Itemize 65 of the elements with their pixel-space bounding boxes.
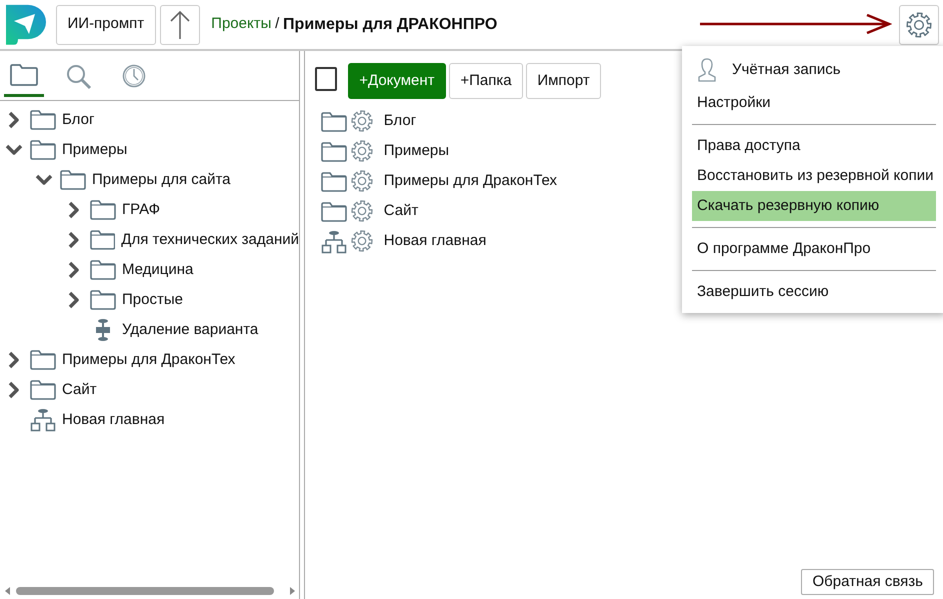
tree-item[interactable]: Простые (122, 288, 183, 311)
tree-item[interactable]: Примеры для ДраконТех (62, 348, 236, 371)
page-title: Примеры для ДРАКОНПРО (283, 14, 498, 34)
tree-item[interactable]: Медицина (122, 258, 194, 281)
folder-icon (30, 140, 56, 160)
tree-item[interactable]: Для технических заданий (121, 228, 299, 251)
list-item[interactable]: Сайт (384, 200, 418, 223)
menu-item[interactable]: Скачать резервную копию (692, 191, 936, 221)
settings-icon (350, 140, 372, 162)
folder-icon (90, 230, 116, 250)
up-button[interactable] (160, 4, 200, 44)
list-item[interactable]: Примеры (384, 140, 450, 163)
list-item[interactable]: Новая главная (384, 230, 486, 253)
settings-icon (350, 170, 372, 192)
hierarchy-icon (321, 230, 347, 254)
up-arrow-icon (168, 10, 191, 40)
select-all-checkbox[interactable] (315, 67, 337, 91)
tree-item[interactable]: ГРАФ (122, 198, 160, 221)
tree-item[interactable]: Сайт (62, 378, 97, 401)
menu-item[interactable]: Учётная запись (692, 52, 936, 88)
breadcrumb-separator: / (275, 14, 280, 34)
settings-icon (350, 200, 372, 222)
menu-item[interactable]: О программе ДраконПро (692, 234, 936, 264)
add-folder-button[interactable]: +Папка (449, 63, 523, 99)
folder-icon (30, 380, 56, 400)
list-item[interactable]: Блог (384, 110, 416, 133)
feedback-button[interactable]: Обратная связь (801, 568, 934, 595)
settings-button[interactable] (899, 4, 939, 44)
folder-icon (30, 350, 56, 370)
folder-icon (90, 290, 116, 310)
ai-prompt-button[interactable]: ИИ-промпт (56, 4, 156, 44)
tree-item[interactable]: Примеры (62, 138, 128, 161)
tree-item[interactable]: Удаление варианта (122, 318, 258, 341)
add-document-button[interactable]: +Документ (348, 63, 446, 99)
menu-item[interactable]: Настройки (692, 88, 936, 118)
tree-item[interactable]: Блог (62, 108, 94, 131)
folder-icon (10, 64, 38, 86)
breadcrumb-link[interactable]: Проекты (211, 13, 272, 36)
folder-icon (321, 142, 347, 162)
settings-icon (350, 230, 372, 252)
settings-icon (906, 12, 932, 38)
folder-icon (321, 202, 347, 222)
menu-item[interactable]: Права доступа (692, 131, 936, 161)
menu-item[interactable]: Восстановить из резервной копии (692, 161, 936, 191)
tree-item[interactable]: Новая главная (62, 408, 165, 431)
settings-icon (350, 110, 372, 132)
flowchart-icon (95, 318, 111, 342)
clock-icon (122, 64, 146, 88)
user-icon (697, 58, 717, 82)
folder-tab[interactable] (4, 61, 44, 97)
menu-item-label[interactable]: Учётная запись (732, 55, 841, 85)
app-logo (4, 2, 48, 46)
list-item[interactable]: Примеры для ДраконТех (384, 170, 558, 193)
folder-icon (321, 112, 347, 132)
horizontal-scrollbar[interactable] (4, 585, 296, 597)
folder-icon (321, 172, 347, 192)
tree-item[interactable]: Примеры для сайта (92, 168, 231, 191)
menu-item[interactable]: Завершить сессию (692, 277, 936, 307)
folder-icon (90, 260, 116, 280)
hierarchy-icon (30, 408, 56, 432)
search-icon (66, 64, 92, 90)
import-button[interactable]: Импорт (526, 63, 601, 99)
folder-icon (90, 200, 116, 220)
folder-icon (30, 110, 56, 130)
folder-icon (60, 170, 86, 190)
